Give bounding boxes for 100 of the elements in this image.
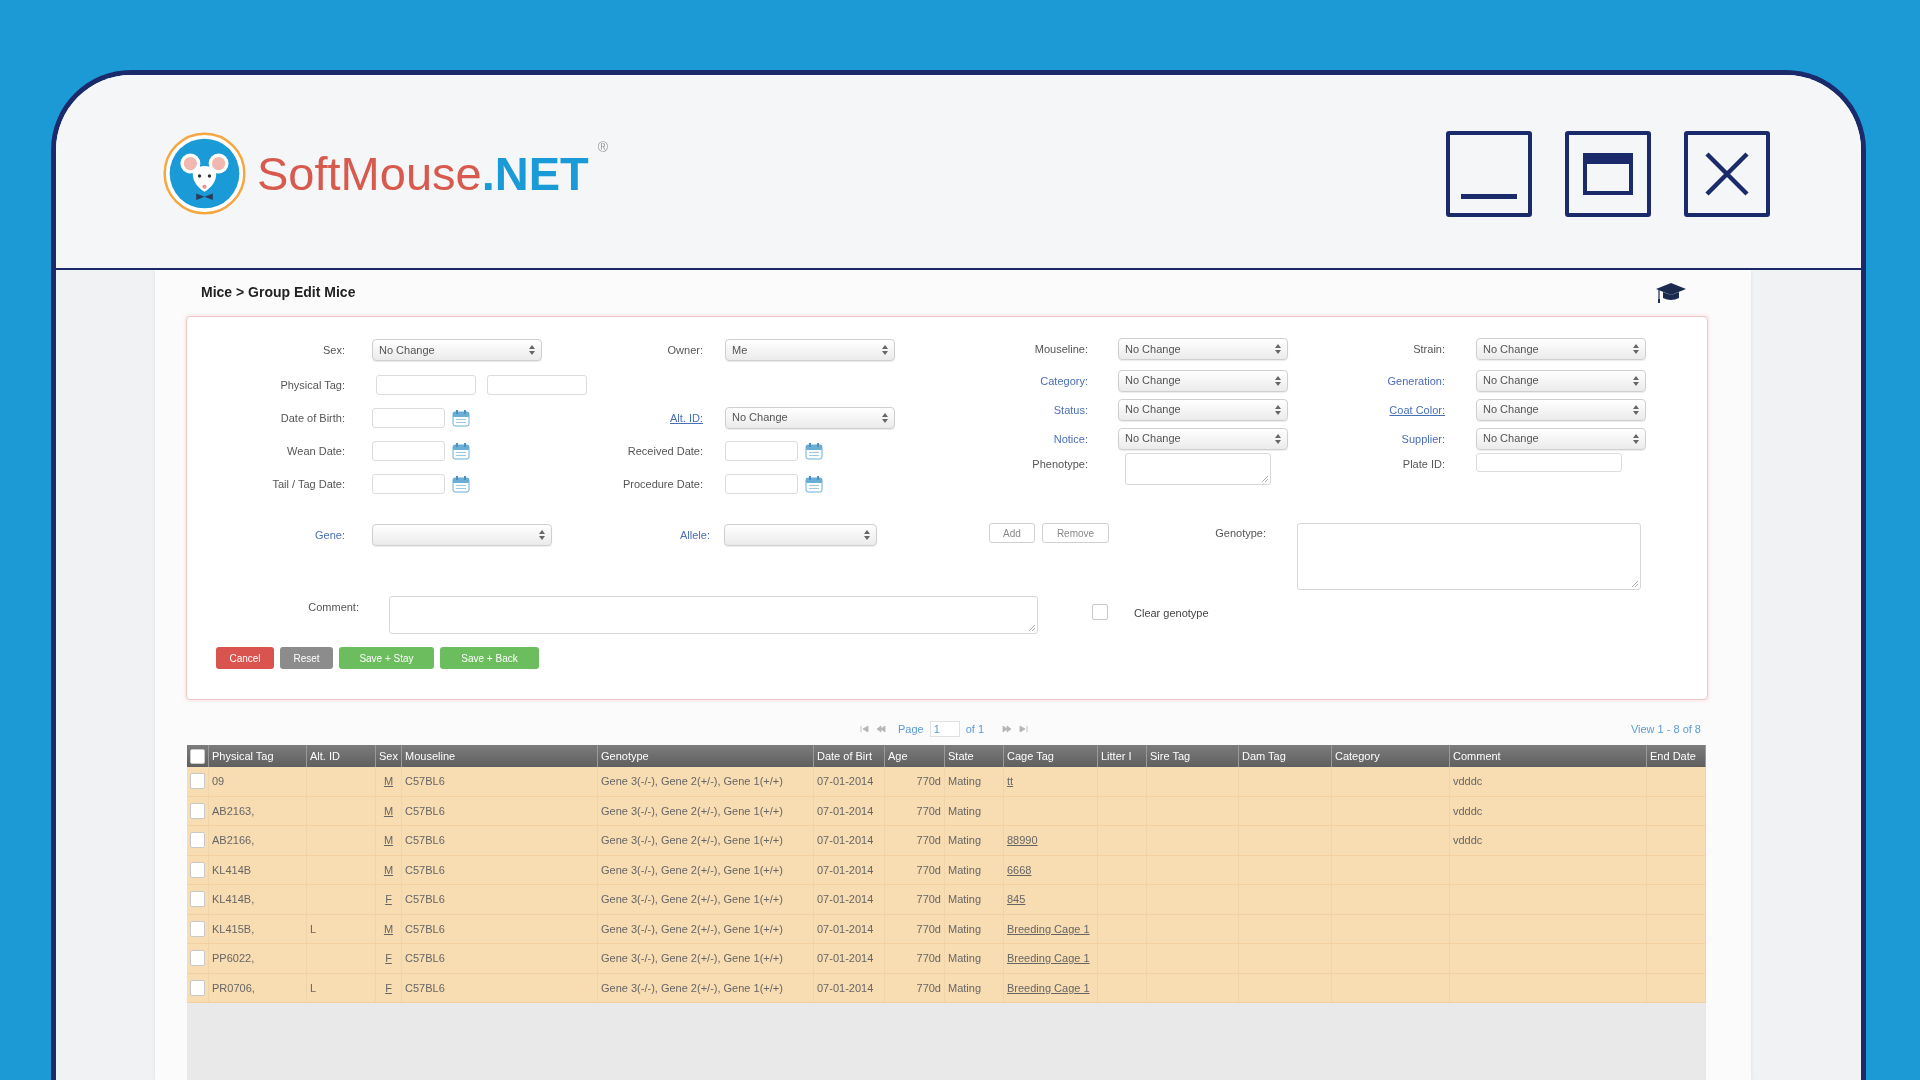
calendar-icon[interactable] (805, 474, 823, 493)
date-input[interactable] (372, 440, 445, 461)
table-row[interactable]: KL415B, L M C57BL6 Gene 3(-/-), Gene 2(+/-), Gene 1(+/+) 07-01-2014 770d Mating Breeding Cage 1 (187, 914, 1706, 944)
resize-grip-icon[interactable] (1262, 476, 1268, 482)
maximize-button[interactable] (1565, 130, 1651, 217)
dropdown[interactable]: No Change (1118, 369, 1288, 392)
field-label-link[interactable]: Coat Color: (1389, 402, 1445, 417)
resize-grip-icon[interactable] (1632, 581, 1638, 587)
checkbox-label[interactable]: Clear genotype (1134, 605, 1209, 622)
calendar-icon[interactable] (452, 441, 470, 460)
last-page-icon[interactable] (1018, 724, 1029, 733)
previous-page-icon[interactable] (875, 724, 886, 733)
next-page-icon[interactable] (1002, 724, 1013, 733)
field-label-link[interactable]: Allele: (680, 528, 710, 542)
checkbox[interactable] (190, 748, 205, 764)
page-input[interactable]: 1 (929, 720, 960, 737)
checkbox[interactable] (190, 832, 205, 849)
close-button[interactable] (1684, 130, 1770, 217)
table-cell: 07-01-2014 (814, 914, 885, 943)
text-input[interactable] (376, 374, 476, 395)
text-input[interactable] (1476, 453, 1622, 472)
checkbox[interactable] (1092, 604, 1108, 620)
dropdown[interactable]: No Change (1476, 427, 1646, 450)
dropdown[interactable]: Me (725, 339, 895, 361)
sex-link[interactable]: F (385, 979, 392, 996)
sex-link[interactable]: M (383, 773, 394, 790)
table-row[interactable]: KL414B M C57BL6 Gene 3(-/-), Gene 2(+/-), Gene 1(+/+) 07-01-2014 770d Mating 6668 (187, 855, 1706, 885)
date-input[interactable] (725, 473, 798, 494)
table-cell: Mating (945, 973, 1004, 1002)
text-area[interactable] (1125, 453, 1271, 485)
sex-link[interactable]: F (385, 950, 392, 967)
remove-button[interactable]: Remove (1042, 523, 1109, 543)
date-input[interactable] (725, 440, 798, 461)
table-cell: Mating (945, 796, 1004, 825)
field-label: Wean Date: (287, 443, 345, 458)
checkbox[interactable] (190, 861, 205, 878)
sex-link[interactable]: M (383, 832, 394, 849)
table-row[interactable]: PR0706, L F C57BL6 Gene 3(-/-), Gene 2(+/-), Gene 1(+/+) 07-01-2014 770d Mating Breeding Cage 1 (187, 973, 1706, 1003)
text-input[interactable] (487, 374, 587, 395)
field-label-link[interactable]: Alt. ID: (670, 410, 703, 425)
checkbox[interactable] (190, 920, 205, 937)
cage-tag-link[interactable]: 845 (1007, 891, 1026, 908)
dropdown[interactable]: No Change (1118, 338, 1288, 360)
dropdown[interactable]: No Change (1118, 427, 1288, 450)
table-row[interactable]: AB2166, M C57BL6 Gene 3(-/-), Gene 2(+/-), Gene 1(+/+) 07-01-2014 770d Mating 88990 vdddc (187, 826, 1706, 856)
sex-link[interactable]: M (383, 802, 394, 819)
checkbox[interactable] (190, 891, 205, 908)
mouse-logo-icon (163, 132, 246, 215)
calendar-icon[interactable] (452, 408, 470, 427)
minimize-button[interactable] (1446, 130, 1532, 217)
field-label-link[interactable]: Notice: (1053, 431, 1088, 446)
calendar-icon[interactable] (452, 474, 470, 493)
graduation-cap-icon[interactable] (1655, 282, 1687, 304)
resize-grip-icon[interactable] (1029, 625, 1035, 631)
dropdown[interactable]: No Change (1476, 398, 1646, 421)
table-cell: AB2166, (209, 826, 307, 855)
maximize-icon (1583, 152, 1633, 195)
field-label-link[interactable]: Category: (1040, 373, 1088, 388)
calendar-icon[interactable] (805, 441, 823, 460)
checkbox[interactable] (190, 979, 205, 996)
cage-tag-link[interactable]: 88990 (1007, 832, 1038, 849)
field-label: Tail / Tag Date: (272, 476, 345, 491)
checkbox[interactable] (190, 773, 205, 790)
table-row[interactable]: KL414B, F C57BL6 Gene 3(-/-), Gene 2(+/-), Gene 1(+/+) 07-01-2014 770d Mating 845 (187, 885, 1706, 915)
date-input[interactable] (372, 473, 445, 494)
cage-tag-link[interactable]: Breeding Cage 1 (1007, 920, 1090, 937)
text-area[interactable] (389, 596, 1038, 634)
table-cell: L (307, 973, 376, 1002)
sex-link[interactable]: M (383, 920, 394, 937)
danger-button[interactable]: Cancel (216, 647, 274, 669)
cage-tag-link[interactable]: Breeding Cage 1 (1007, 950, 1090, 967)
date-input[interactable] (372, 407, 445, 428)
select-arrows-icon (882, 412, 888, 423)
select-arrows-icon (1633, 433, 1639, 444)
dropdown[interactable]: No Change (1118, 398, 1288, 421)
secondary-button[interactable]: Reset (280, 647, 333, 669)
dropdown[interactable]: No Change (725, 406, 895, 429)
add-button[interactable]: Add (989, 523, 1035, 543)
cage-tag-link[interactable]: tt (1007, 773, 1014, 790)
table-row[interactable]: AB2163, M C57BL6 Gene 3(-/-), Gene 2(+/-), Gene 1(+/+) 07-01-2014 770d Mating vdddc (187, 796, 1706, 826)
field-label-link[interactable]: Generation: (1387, 373, 1445, 388)
dropdown[interactable]: No Change (1476, 369, 1646, 392)
field-label: Genotype: (1215, 526, 1266, 540)
checkbox[interactable] (190, 950, 205, 967)
dropdown[interactable] (724, 524, 877, 546)
cage-tag-link[interactable]: Breeding Cage 1 (1007, 979, 1090, 996)
sex-link[interactable]: F (385, 891, 392, 908)
dropdown[interactable]: No Change (372, 339, 542, 361)
table-row[interactable]: PP6022, F C57BL6 Gene 3(-/-), Gene 2(+/-), Gene 1(+/+) 07-01-2014 770d Mating Breeding Cage 1 (187, 944, 1706, 974)
dropdown[interactable] (372, 524, 552, 546)
checkbox[interactable] (190, 802, 205, 819)
cage-tag-link[interactable]: 6668 (1007, 861, 1032, 878)
dropdown[interactable]: No Change (1476, 338, 1646, 360)
field-label-link[interactable]: Gene: (315, 528, 345, 542)
table-row[interactable]: 09 M C57BL6 Gene 3(-/-), Gene 2(+/-), Gene 1(+/+) 07-01-2014 770d Mating tt vdddc (187, 767, 1706, 797)
first-page-icon[interactable] (859, 724, 870, 733)
field-label-link[interactable]: Status: (1053, 402, 1088, 417)
text-area[interactable] (1297, 523, 1641, 590)
field-label-link[interactable]: Supplier: (1401, 431, 1445, 446)
sex-link[interactable]: M (383, 861, 394, 878)
